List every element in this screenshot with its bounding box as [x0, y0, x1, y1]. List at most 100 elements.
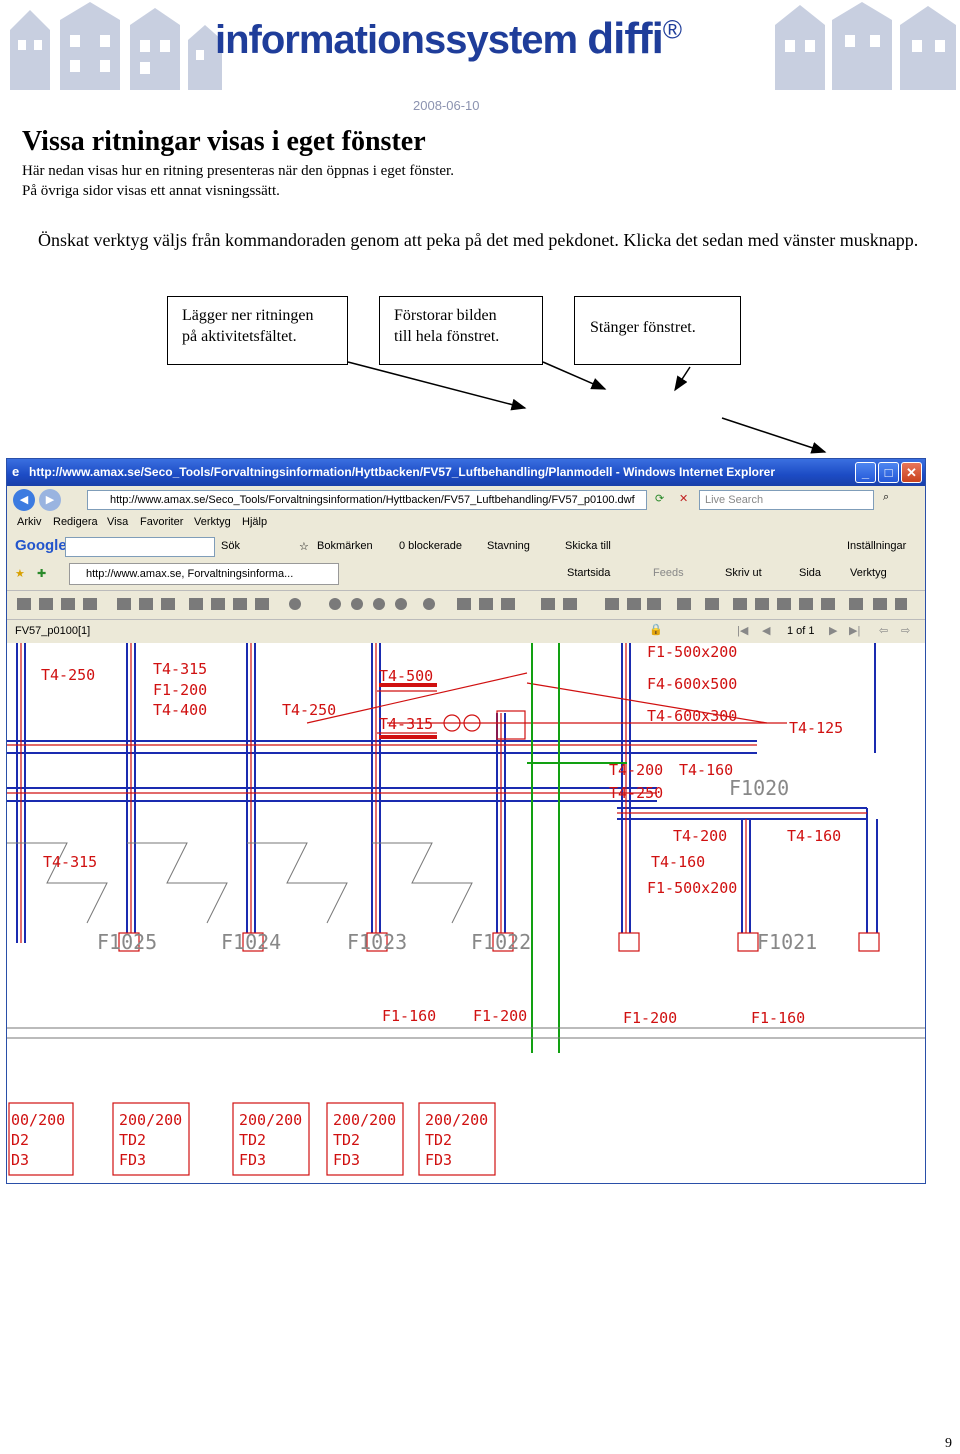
- arrow-to-minimize: [347, 361, 527, 411]
- svg-text:T4-315: T4-315: [153, 660, 207, 678]
- svg-text:T4-160: T4-160: [679, 761, 733, 779]
- svg-text:FD3: FD3: [119, 1151, 146, 1169]
- viewer-tool-icons: [17, 598, 907, 610]
- svg-text:FD3: FD3: [333, 1151, 360, 1169]
- svg-text:F1-200: F1-200: [623, 1009, 677, 1027]
- browser-window: e http://www.amax.se/Seco_Tools/Forvaltn…: [6, 458, 926, 1184]
- google-search-input[interactable]: [65, 537, 215, 557]
- menu-arkiv[interactable]: Arkiv: [17, 516, 41, 528]
- stop-icon[interactable]: ✕: [679, 492, 688, 505]
- back-view-icon[interactable]: ⇦: [879, 624, 888, 637]
- google-search-button[interactable]: Sök: [221, 540, 240, 552]
- svg-text:T4-250: T4-250: [282, 701, 336, 719]
- svg-text:200/200: 200/200: [333, 1111, 396, 1129]
- svg-text:T4-600x300: T4-600x300: [647, 707, 737, 725]
- svg-text:FD3: FD3: [425, 1151, 452, 1169]
- tab-current[interactable]: http://www.amax.se, Forvaltningsinforma.…: [69, 563, 339, 585]
- back-icon[interactable]: ◀: [13, 489, 35, 511]
- address-row: ◀ ▶ http://www.amax.se/Seco_Tools/Forval…: [7, 486, 925, 514]
- svg-text:F1-200: F1-200: [153, 681, 207, 699]
- ventilation-drawing: T4-250 T4-315 F1-200 T4-400 T4-250 T4-50…: [7, 643, 925, 1176]
- svg-text:T4-315: T4-315: [379, 715, 433, 733]
- close-button[interactable]: ✕: [901, 462, 922, 483]
- menu-bar: Arkiv Redigera Visa Favoriter Verktyg Hj…: [7, 516, 925, 534]
- svg-text:F1020: F1020: [729, 776, 789, 800]
- viewer-toolbar: [7, 590, 925, 620]
- last-page-icon[interactable]: ▶|: [849, 624, 860, 637]
- first-page-icon[interactable]: |◀: [737, 624, 748, 637]
- svg-text:T4-200: T4-200: [609, 761, 663, 779]
- svg-text:F1-200: F1-200: [473, 1007, 527, 1025]
- spelling-button[interactable]: Stavning: [487, 540, 530, 552]
- svg-text:F1-500x200: F1-500x200: [647, 879, 737, 897]
- settings-button[interactable]: Inställningar: [847, 540, 906, 552]
- send-to-button[interactable]: Skicka till: [565, 540, 611, 552]
- svg-text:200/200: 200/200: [119, 1111, 182, 1129]
- menu-hjalp[interactable]: Hjälp: [242, 516, 267, 528]
- callout-arrows: [347, 361, 827, 454]
- bookmarks-button[interactable]: Bokmärken: [317, 540, 373, 552]
- forward-icon[interactable]: ▶: [39, 489, 61, 511]
- svg-text:F1021: F1021: [757, 930, 817, 954]
- search-icon[interactable]: ⌕: [883, 491, 889, 504]
- google-logo: Google: [15, 537, 67, 554]
- title-bar: e http://www.amax.se/Seco_Tools/Forvaltn…: [7, 459, 925, 486]
- popup-blocker[interactable]: 0 blockerade: [399, 540, 462, 552]
- svg-text:T4-400: T4-400: [153, 701, 207, 719]
- svg-text:TD2: TD2: [239, 1131, 266, 1149]
- favorites-star-icon[interactable]: ★: [15, 567, 25, 580]
- add-favorite-icon[interactable]: ✚: [37, 567, 46, 580]
- menu-verktyg[interactable]: Verktyg: [194, 516, 231, 528]
- menu-visa[interactable]: Visa: [107, 516, 128, 528]
- star-icon: ☆: [299, 541, 309, 553]
- svg-text:F1-160: F1-160: [382, 1007, 436, 1025]
- next-page-icon[interactable]: ▶: [829, 624, 837, 637]
- svg-text:T4-250: T4-250: [609, 784, 663, 802]
- arrow-to-maximize: [542, 361, 607, 390]
- arrow-to-close: [674, 366, 691, 392]
- tab-row: ★ ✚ http://www.amax.se, Forvaltningsinfo…: [7, 561, 925, 587]
- address-field[interactable]: http://www.amax.se/Seco_Tools/Forvaltnin…: [87, 490, 647, 510]
- prev-page-icon[interactable]: ◀: [762, 624, 770, 637]
- drawing-canvas[interactable]: T4-250 T4-315 F1-200 T4-400 T4-250 T4-50…: [7, 643, 925, 1183]
- forward-view-icon[interactable]: ⇨: [901, 624, 910, 637]
- refresh-icon[interactable]: ⟳: [655, 492, 664, 505]
- google-toolbar: Google Sök ☆ Bokmärken 0 blockerade Stav…: [7, 535, 925, 559]
- search-input[interactable]: Live Search: [699, 490, 874, 510]
- cmd-verktyg[interactable]: Verktyg: [850, 567, 887, 579]
- svg-text:T4-125: T4-125: [789, 719, 843, 737]
- lock-icon: 🔒: [649, 624, 663, 636]
- svg-text:F1022: F1022: [471, 930, 531, 954]
- ie-icon: e: [12, 464, 20, 479]
- svg-text:F1-160: F1-160: [751, 1009, 805, 1027]
- maximize-button[interactable]: □: [878, 462, 899, 483]
- svg-text:T4-250: T4-250: [41, 666, 95, 684]
- svg-text:TD2: TD2: [425, 1131, 452, 1149]
- svg-text:F4-600x500: F4-600x500: [647, 675, 737, 693]
- minimize-button[interactable]: _: [855, 462, 876, 483]
- svg-text:T4-200: T4-200: [673, 827, 727, 845]
- window-title: http://www.amax.se/Seco_Tools/Forvaltnin…: [29, 465, 775, 479]
- cmd-startsida[interactable]: Startsida: [567, 567, 610, 579]
- svg-text:T4-315: T4-315: [43, 853, 97, 871]
- menu-favoriter[interactable]: Favoriter: [140, 516, 183, 528]
- svg-text:T4-500: T4-500: [379, 667, 433, 685]
- viewer-doc-row: FV57_p0100[1] 🔒 |◀ ◀ 1 of 1 ▶ ▶| ⇦ ⇨: [7, 621, 925, 641]
- cmd-sida[interactable]: Sida: [799, 567, 821, 579]
- svg-text:FD3: FD3: [239, 1151, 266, 1169]
- svg-text:F1023: F1023: [347, 930, 407, 954]
- svg-text:T4-160: T4-160: [787, 827, 841, 845]
- svg-text:200/200: 200/200: [239, 1111, 302, 1129]
- svg-text:00/200: 00/200: [11, 1111, 65, 1129]
- cmd-feeds[interactable]: Feeds: [653, 567, 684, 579]
- page-counter: 1 of 1: [787, 625, 815, 637]
- cmd-skriv-ut[interactable]: Skriv ut: [725, 567, 762, 579]
- svg-text:D3: D3: [11, 1151, 29, 1169]
- svg-text:F1025: F1025: [97, 930, 157, 954]
- svg-text:T4-160: T4-160: [651, 853, 705, 871]
- arrow-to-close-button: [721, 417, 827, 454]
- svg-text:200/200: 200/200: [425, 1111, 488, 1129]
- svg-text:F1-500x200: F1-500x200: [647, 643, 737, 661]
- menu-redigera[interactable]: Redigera: [53, 516, 98, 528]
- page-number: 9: [945, 1436, 952, 1451]
